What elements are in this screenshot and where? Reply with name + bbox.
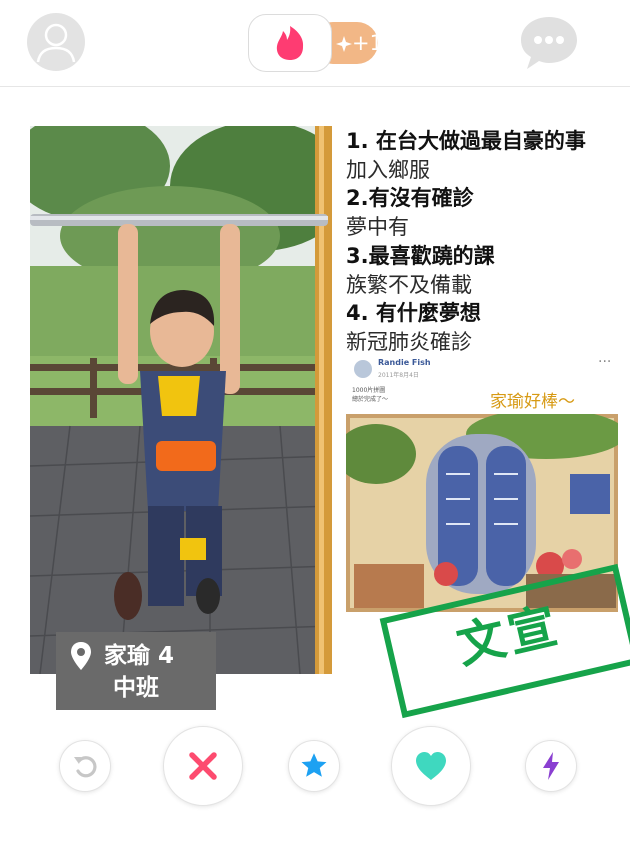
profile-name-badge: 家瑜 4 中班: [56, 632, 216, 710]
post-date: 2011年8月4日: [378, 372, 419, 379]
post-menu-icon: ···: [598, 354, 612, 370]
heart-icon: [416, 752, 446, 780]
star-icon: [301, 753, 327, 777]
praise-caption: 家瑜好棒～: [490, 392, 575, 412]
post-text-line-2: 總於完成了～: [352, 396, 389, 403]
bio-question-4: 4. 有什麼夢想: [346, 301, 481, 326]
bio-answer-4: 新冠肺炎確診: [346, 329, 472, 354]
mode-toggle[interactable]: +1: [248, 14, 383, 72]
map-pin-icon: [71, 642, 91, 670]
bio-question-1: 1. 在台大做過最自豪的事: [346, 129, 586, 153]
lightning-icon: [543, 752, 559, 780]
profile-name: 家瑜 4: [104, 643, 175, 669]
close-x-icon: [189, 752, 217, 780]
bio-question-3: 3.最喜歡蹺的課: [346, 243, 495, 268]
post-author: Randie Fish: [378, 358, 431, 367]
flame-icon: [276, 26, 304, 60]
bio-answer-2: 夢中有: [346, 215, 409, 240]
top-bar: +1: [0, 0, 630, 87]
post-text: 1000片拼圖 總於完成了～: [352, 386, 388, 404]
discover-toggle[interactable]: [248, 14, 332, 72]
post-header: Randie Fish 2011年8月4日 ··· 1000片拼圖 總於完成了～…: [346, 354, 618, 412]
nope-button[interactable]: [163, 726, 243, 806]
profile-grade: 中班: [113, 675, 159, 701]
sparkle-icon: [336, 36, 352, 52]
like-button[interactable]: [391, 726, 471, 806]
bio-answer-1: 加入鄉服: [346, 157, 430, 182]
playground-photo: [30, 126, 332, 674]
person-icon: [36, 23, 76, 63]
post-avatar: [354, 360, 372, 378]
gold-badge-count: +1: [352, 31, 383, 55]
post-text-line-1: 1000片拼圖: [352, 387, 386, 394]
gold-badge-label: +1: [336, 31, 383, 55]
rewind-button[interactable]: [59, 740, 111, 792]
profile-bio: 1. 在台大做過最自豪的事 加入鄉服 2.有沒有確診 夢中有 3.最喜歡蹺的課 …: [346, 127, 626, 357]
bio-answer-3: 族繁不及備載: [346, 272, 472, 297]
bio-question-2: 2.有沒有確診: [346, 186, 474, 211]
profile-button[interactable]: [27, 13, 85, 71]
rewind-icon: [74, 756, 97, 778]
profile-photo[interactable]: [30, 126, 332, 674]
superlike-button[interactable]: [288, 740, 340, 792]
boost-button[interactable]: [525, 740, 577, 792]
chat-bubble-icon[interactable]: [518, 14, 580, 72]
